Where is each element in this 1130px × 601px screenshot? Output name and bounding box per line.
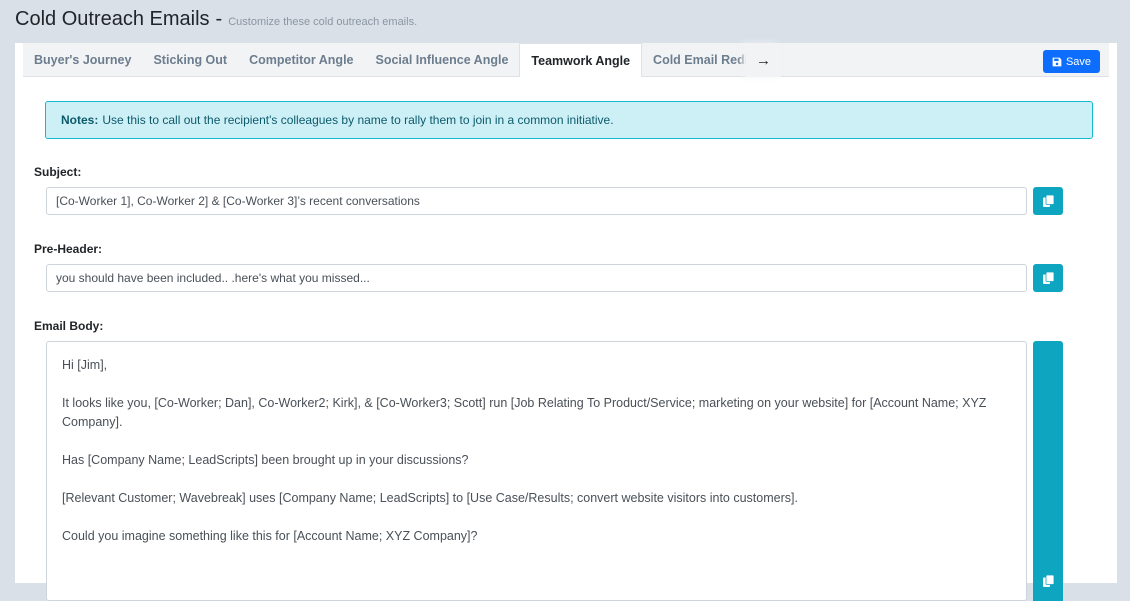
body-paragraph: Hi [Jim],: [62, 358, 108, 372]
tab-sticking-out[interactable]: Sticking Out: [142, 43, 238, 77]
tab-scroll-right-button[interactable]: →: [746, 43, 781, 77]
subject-label: Subject:: [34, 165, 82, 179]
arrow-right-icon: →: [756, 51, 771, 69]
notes-label: Notes:: [61, 113, 99, 127]
tab-bar: Buyer's Journey Sticking Out Competitor …: [23, 43, 1109, 77]
page-header: Cold Outreach Emails - Customize these c…: [15, 8, 417, 31]
floppy-disk-icon: [1052, 57, 1062, 66]
tab-cold-email-redirect[interactable]: Cold Email Redi: [642, 43, 759, 77]
copy-icon: [1042, 575, 1054, 587]
subject-input[interactable]: [Co-Worker 1], Co-Worker 2] & [Co-Worker…: [46, 187, 1027, 215]
tab-competitor-angle[interactable]: Competitor Angle: [238, 43, 364, 77]
email-body-label: Email Body:: [34, 319, 104, 333]
preheader-input[interactable]: you should have been included.. .here's …: [46, 264, 1027, 292]
copy-subject-button[interactable]: [1033, 187, 1063, 215]
save-label: Save: [1065, 55, 1092, 68]
copy-icon: [1042, 272, 1054, 284]
copy-body-button[interactable]: [1033, 341, 1063, 601]
copy-icon: [1042, 195, 1054, 207]
notes-alert: Notes: Use this to call out the recipien…: [45, 101, 1093, 139]
body-paragraph: Could you imagine something like this fo…: [62, 529, 478, 543]
tab-buyers-journey[interactable]: Buyer's Journey: [23, 43, 142, 77]
tab-list: Buyer's Journey Sticking Out Competitor …: [23, 43, 773, 77]
body-paragraph: [Relevant Customer; Wavebreak] uses [Com…: [62, 491, 798, 505]
body-paragraph: It looks like you, [Co-Worker; Dan], Co-…: [62, 396, 987, 429]
page-title: Cold Outreach Emails: [15, 8, 210, 30]
copy-preheader-button[interactable]: [1033, 264, 1063, 292]
title-separator: -: [215, 8, 223, 30]
notes-text: Use this to call out the recipient's col…: [102, 113, 614, 127]
save-button[interactable]: Save: [1043, 50, 1100, 73]
editor-card: Buyer's Journey Sticking Out Competitor …: [15, 43, 1117, 601]
tab-teamwork-angle[interactable]: Teamwork Angle: [519, 43, 643, 77]
page-subtitle: Customize these cold outreach emails.: [228, 16, 418, 28]
body-paragraph: Has [Company Name; LeadScripts] been bro…: [62, 453, 469, 467]
preheader-label: Pre-Header:: [34, 242, 103, 256]
tab-social-influence-angle[interactable]: Social Influence Angle: [365, 43, 520, 77]
email-body-textarea[interactable]: Hi [Jim], It looks like you, [Co-Worker;…: [46, 341, 1027, 601]
